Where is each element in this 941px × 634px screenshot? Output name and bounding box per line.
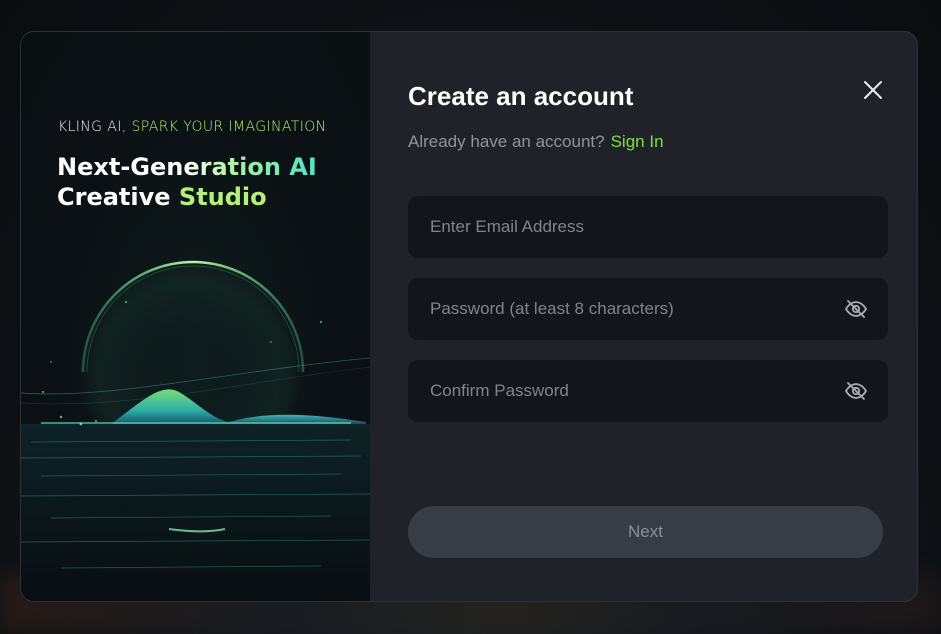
close-icon[interactable] [863, 80, 883, 100]
form-title: Create an account [408, 81, 634, 111]
headline-line2-accent: Studio [178, 183, 267, 211]
email-field [408, 196, 888, 258]
sign-in-link[interactable]: Sign In [611, 132, 664, 151]
confirm-password-input[interactable] [428, 380, 834, 402]
password-field [408, 278, 888, 340]
promo-tagline: KLING AI, SPARK YOUR IMAGINATION [58, 119, 327, 135]
headline-line1-gradient: eration AI [183, 153, 317, 181]
form-panel: Create an account Already have an accoun… [370, 32, 917, 601]
tagline-prefix: KLING AI, [58, 119, 132, 135]
tagline-highlight: SPARK YOUR IMAGINATION [131, 119, 327, 135]
promo-headline: Next-Generation AI Creative Studio [57, 152, 357, 212]
eye-off-icon[interactable] [844, 379, 868, 403]
next-button[interactable]: Next [408, 506, 883, 558]
headline-line2-start: Creative [57, 183, 179, 211]
password-input[interactable] [428, 298, 834, 320]
signup-modal: KLING AI, SPARK YOUR IMAGINATION Next-Ge… [20, 31, 918, 602]
have-account-text: Already have an account? [408, 132, 605, 151]
headline-line1-start: Next-Gen [57, 153, 184, 181]
confirm-password-field [408, 360, 888, 422]
eye-off-icon[interactable] [844, 297, 868, 321]
email-input[interactable] [428, 216, 868, 238]
planet-horizon-artwork [21, 260, 370, 601]
signin-prompt: Already have an account? Sign In [408, 132, 664, 152]
promo-panel: KLING AI, SPARK YOUR IMAGINATION Next-Ge… [21, 32, 370, 601]
